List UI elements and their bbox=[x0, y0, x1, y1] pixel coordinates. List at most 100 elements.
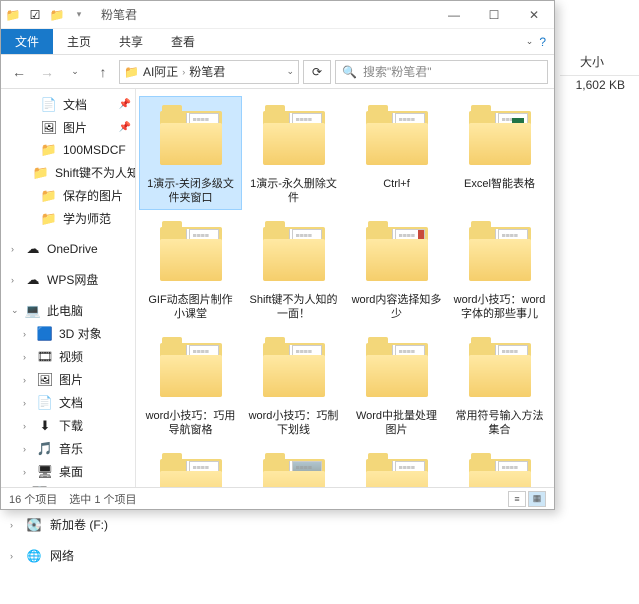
folder-item[interactable]: ≡≡≡≡≡≡≡≡≡≡≡≡word内容选择知多少 bbox=[346, 213, 447, 325]
folder-item[interactable]: ≡≡≡≡≡≡≡≡≡≡≡≡ bbox=[243, 445, 344, 487]
tree-item[interactable]: ›🎞视频 bbox=[1, 345, 135, 368]
minimize-button[interactable]: — bbox=[434, 1, 474, 29]
folder-item[interactable]: ≡≡≡≡≡≡≡≡≡≡≡≡Shift键不为人知的一面！ bbox=[243, 213, 344, 325]
tree-item[interactable]: ›🟦3D 对象 bbox=[1, 322, 135, 345]
tree-item[interactable]: 📁 100MSDCF bbox=[1, 139, 135, 161]
item-icon: 📁 bbox=[41, 188, 57, 204]
window-controls: — ☐ ✕ bbox=[434, 1, 554, 29]
chevron-down-icon[interactable]: ⌄ bbox=[286, 66, 294, 77]
close-button[interactable]: ✕ bbox=[514, 1, 554, 29]
item-label: Word中批量处理图片 bbox=[351, 409, 443, 437]
chevron-right-icon[interactable]: › bbox=[182, 67, 185, 77]
refresh-button[interactable]: ⟳ bbox=[303, 60, 331, 84]
tree-item[interactable]: ›🎵音乐 bbox=[1, 437, 135, 460]
tree-item[interactable]: ›☁WPS网盘 bbox=[1, 268, 135, 291]
item-grid: ≡≡≡≡≡≡≡≡≡≡≡≡1演示-关闭多级文件夹窗口≡≡≡≡≡≡≡≡≡≡≡≡1演示… bbox=[140, 97, 550, 487]
tree-item[interactable]: ›🖥桌面 bbox=[1, 460, 135, 483]
folder-item[interactable]: ≡≡≡≡≡≡≡≡≡≡≡≡常用符号输入方法集合 bbox=[449, 329, 550, 441]
tree-label: 网络 bbox=[50, 547, 74, 564]
tab-file[interactable]: 文件 bbox=[1, 29, 53, 54]
tree-item[interactable]: ›☁OneDrive bbox=[1, 238, 135, 260]
checkbox-icon[interactable]: ☑ bbox=[27, 7, 43, 23]
tree-label: 此电脑 bbox=[47, 302, 83, 319]
ribbon-help: ⌄ ? bbox=[526, 29, 554, 54]
tree-item[interactable]: ›📄文档 bbox=[1, 391, 135, 414]
recent-dropdown-icon[interactable]: ⌄ bbox=[63, 60, 87, 84]
tree-label: 文档 bbox=[59, 394, 83, 411]
tree-label: 桌面 bbox=[59, 463, 83, 480]
folder-item[interactable]: ≡≡≡≡≡≡≡≡≡≡≡≡ bbox=[346, 445, 447, 487]
tree-label: 学为师范 bbox=[63, 210, 111, 227]
address-bar[interactable]: 📁 AI阿正 › 粉笔君 ⌄ bbox=[119, 60, 299, 84]
item-label: word小技巧：word字体的那些事儿 bbox=[454, 293, 546, 321]
tree-item-drive[interactable]: › 💽 新加卷 (F:) bbox=[10, 516, 108, 533]
bg-column-size[interactable]: 大小 bbox=[560, 48, 639, 76]
chevron-icon: › bbox=[23, 329, 31, 339]
folder-item[interactable]: ≡≡≡≡≡≡≡≡≡≡≡≡ 1演示-永久删除文件 bbox=[243, 97, 344, 209]
help-icon[interactable]: ? bbox=[539, 35, 546, 49]
item-icon: 💻 bbox=[25, 303, 41, 319]
forward-button[interactable]: → bbox=[35, 60, 59, 84]
folder-item[interactable]: ≡≡≡≡≡≡≡≡≡≡≡≡Excel智能表格 bbox=[449, 97, 550, 209]
folder-thumbnail: ≡≡≡≡≡≡≡≡≡≡≡≡ bbox=[258, 333, 330, 405]
tree-label: 视频 bbox=[59, 348, 83, 365]
qat: 📁 ☑ 📁 ▾ 粉笔君 bbox=[1, 6, 137, 23]
tree-label: 新加卷 (F:) bbox=[50, 516, 108, 533]
folder-thumbnail: ≡≡≡≡≡≡≡≡≡≡≡≡ bbox=[361, 449, 433, 487]
bg-file-size: 1,602 KB bbox=[576, 78, 625, 92]
folder-item[interactable]: ≡≡≡≡≡≡≡≡≡≡≡≡GIF动态图片制作小课堂 bbox=[140, 213, 241, 325]
chevron-icon: › bbox=[23, 352, 31, 362]
folder-item[interactable]: ≡≡≡≡≡≡≡≡≡≡≡≡Ctrl+f bbox=[346, 97, 447, 209]
tree-label: 保存的图片 bbox=[63, 187, 123, 204]
chevron-icon: › bbox=[23, 421, 31, 431]
tree-item[interactable]: ›⬇下载 bbox=[1, 414, 135, 437]
folder-item[interactable]: ≡≡≡≡≡≡≡≡≡≡≡≡ bbox=[449, 445, 550, 487]
tree-item[interactable]: ⌄💻此电脑 bbox=[1, 299, 135, 322]
maximize-button[interactable]: ☐ bbox=[474, 1, 514, 29]
content-pane[interactable]: ≡≡≡≡≡≡≡≡≡≡≡≡1演示-关闭多级文件夹窗口≡≡≡≡≡≡≡≡≡≡≡≡1演示… bbox=[136, 89, 554, 487]
item-label: Ctrl+f bbox=[383, 177, 410, 191]
item-icon: 📁 bbox=[41, 142, 57, 158]
item-label: Shift键不为人知的一面！ bbox=[248, 293, 340, 321]
item-icon: 🖼 bbox=[37, 372, 53, 388]
qat-dropdown-icon[interactable]: ▾ bbox=[71, 7, 87, 23]
breadcrumb[interactable]: AI阿正 bbox=[143, 63, 178, 80]
back-button[interactable]: ← bbox=[7, 60, 31, 84]
tree-item[interactable]: 📁Shift键不为人知 bbox=[1, 161, 135, 184]
details-view-button[interactable]: ≡ bbox=[508, 491, 526, 507]
tree-item[interactable]: 🖼图片📌 bbox=[1, 116, 135, 139]
tree-item[interactable]: 📁学为师范 bbox=[1, 207, 135, 230]
tree-label: 下载 bbox=[59, 417, 83, 434]
folder-thumbnail: ≡≡≡≡≡≡≡≡≡≡≡≡ bbox=[258, 101, 330, 173]
tab-view[interactable]: 查看 bbox=[157, 29, 209, 54]
up-button[interactable]: ↑ bbox=[91, 60, 115, 84]
tree-item[interactable]: 📁 保存的图片 bbox=[1, 184, 135, 207]
tree-item[interactable]: ›🖼图片 bbox=[1, 368, 135, 391]
tree-label: 音乐 bbox=[59, 440, 83, 457]
thumbnails-view-button[interactable]: ▦ bbox=[528, 491, 546, 507]
folder-item[interactable]: ≡≡≡≡≡≡≡≡≡≡≡≡word小技巧：word字体的那些事儿 bbox=[449, 213, 550, 325]
expand-ribbon-icon[interactable]: ⌄ bbox=[526, 36, 534, 47]
folder-thumbnail: ≡≡≡≡≡≡≡≡≡≡≡≡ bbox=[155, 101, 227, 173]
nav-tree[interactable]: 📄文档📌🖼图片📌 📁 100MSDCF 📁Shift键不为人知 📁 保存的图片 📁学为师范 ›… bbox=[1, 89, 136, 487]
tree-label: 100MSDCF bbox=[63, 143, 126, 157]
tab-share[interactable]: 共享 bbox=[105, 29, 157, 54]
item-label: 1演示-永久删除文件 bbox=[248, 177, 340, 205]
search-placeholder: 搜索"粉笔君" bbox=[363, 63, 432, 80]
tree-item[interactable]: 📄文档📌 bbox=[1, 93, 135, 116]
search-input[interactable]: 🔍 搜索"粉笔君" bbox=[335, 60, 548, 84]
breadcrumb[interactable]: 粉笔君 bbox=[189, 63, 225, 80]
chevron-icon: › bbox=[23, 444, 31, 454]
view-switcher: ≡ ▦ bbox=[508, 491, 546, 507]
folder-thumbnail: ≡≡≡≡≡≡≡≡≡≡≡≡ bbox=[464, 101, 536, 173]
tree-item-network[interactable]: › 🌐 网络 bbox=[10, 547, 108, 564]
tab-home[interactable]: 主页 bbox=[53, 29, 105, 54]
pin-icon: 📌 bbox=[119, 99, 131, 110]
folder-item[interactable]: ≡≡≡≡≡≡≡≡≡≡≡≡word小技巧：巧制下划线 bbox=[243, 329, 344, 441]
item-icon: ☁ bbox=[25, 272, 41, 288]
folder-item[interactable]: ≡≡≡≡≡≡≡≡≡≡≡≡Word中批量处理图片 bbox=[346, 329, 447, 441]
folder-item[interactable]: ≡≡≡≡≡≡≡≡≡≡≡≡word小技巧：巧用导航窗格 bbox=[140, 329, 241, 441]
folder-item[interactable]: ≡≡≡≡≡≡≡≡≡≡≡≡ bbox=[140, 445, 241, 487]
selection-count: 选中 1 个项目 bbox=[69, 491, 136, 507]
folder-item[interactable]: ≡≡≡≡≡≡≡≡≡≡≡≡1演示-关闭多级文件夹窗口 bbox=[140, 97, 241, 209]
